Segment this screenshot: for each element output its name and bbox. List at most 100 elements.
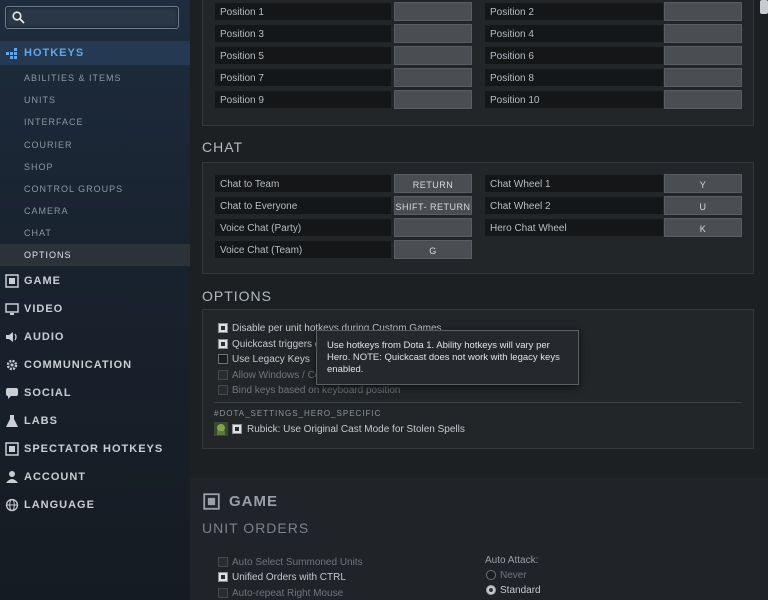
hotkey-label: Chat Wheel 2: [484, 196, 664, 215]
option-label: Use Legacy Keys: [232, 354, 310, 365]
hero-specific-label: #DOTA_SETTINGS_HERO_SPECIFIC: [214, 409, 381, 418]
hotkey-label: Position 9: [214, 90, 392, 109]
sidebar-item-camera[interactable]: CAMERA: [0, 200, 190, 222]
sidebar-category-video[interactable]: VIDEO: [0, 297, 190, 321]
auto-attack-never-radio[interactable]: [486, 570, 496, 580]
auto-select-summoned-checkbox[interactable]: [218, 557, 228, 567]
monitor-icon: [5, 302, 19, 316]
option-label: Rubick: Use Original Cast Mode for Stole…: [247, 424, 465, 435]
search-box[interactable]: [5, 6, 179, 29]
hotkey-key[interactable]: [394, 68, 472, 87]
sidebar-item-options[interactable]: OPTIONS: [0, 244, 190, 266]
hotkey-key[interactable]: [394, 218, 472, 237]
chat-bubble-icon: [5, 386, 19, 400]
option-label: Auto-repeat Right Mouse: [232, 588, 343, 599]
sidebar-item-abilities-items[interactable]: ABILITIES & ITEMS: [0, 67, 190, 89]
rubick-original-cast-checkbox[interactable]: [232, 424, 242, 434]
game-icon: [5, 274, 19, 288]
hotkey-label: Position 7: [214, 68, 392, 87]
option-label: Bind keys based on keyboard position: [232, 385, 400, 396]
option-label: Unified Orders with CTRL: [232, 572, 346, 583]
auto-attack-standard-radio[interactable]: [486, 585, 496, 595]
hotkey-label: Position 1: [214, 2, 392, 21]
sidebar-category-label: LANGUAGE: [24, 499, 95, 511]
sidebar-category-game[interactable]: GAME: [0, 269, 190, 293]
hotkey-label: Hero Chat Wheel: [484, 218, 664, 237]
hotkey-key[interactable]: G: [394, 240, 472, 259]
rubick-hero-icon: [214, 422, 228, 436]
hotkey-label: Position 2: [484, 2, 664, 21]
sidebar-item-chat[interactable]: CHAT: [0, 222, 190, 244]
hotkey-key[interactable]: [664, 24, 742, 43]
hotkey-key[interactable]: [394, 2, 472, 21]
sidebar-category-hotkeys[interactable]: HOTKEYS: [0, 41, 190, 65]
sidebar-item-label: UNITS: [24, 95, 56, 105]
auto-attack-label: Auto Attack:: [485, 555, 538, 566]
unified-orders-ctrl-checkbox[interactable]: [218, 572, 228, 582]
unit-orders-title: UNIT ORDERS: [202, 520, 309, 536]
hotkey-key[interactable]: SHIFT- RETURN: [394, 196, 472, 215]
hotkey-key[interactable]: RETURN: [394, 174, 472, 193]
game-icon: [203, 493, 220, 510]
hotkey-key[interactable]: Y: [664, 174, 742, 193]
option-label: Auto Select Summoned Units: [232, 557, 363, 568]
sidebar-category-label: HOTKEYS: [24, 47, 84, 59]
sidebar-item-label: CAMERA: [24, 206, 69, 216]
hotkey-key[interactable]: [394, 90, 472, 109]
sidebar-item-control-groups[interactable]: CONTROL GROUPS: [0, 178, 190, 200]
hotkey-key[interactable]: [664, 46, 742, 65]
hotkey-label: Position 8: [484, 68, 664, 87]
bind-keys-keyboard-position-checkbox[interactable]: [218, 385, 228, 395]
sidebar-category-communication[interactable]: COMMUNICATION: [0, 353, 190, 377]
settings-main: Position 1 Position 3 Position 5 Positio…: [190, 0, 768, 600]
auto-repeat-right-mouse-checkbox[interactable]: [218, 588, 228, 598]
hotkey-key[interactable]: [394, 46, 472, 65]
sidebar-category-spectator-hotkeys[interactable]: SPECTATOR HOTKEYS: [0, 437, 190, 461]
hotkey-label: Position 5: [214, 46, 392, 65]
allow-windows-key-checkbox[interactable]: [218, 370, 228, 380]
sidebar-category-audio[interactable]: AUDIO: [0, 325, 190, 349]
hotkey-key[interactable]: [664, 68, 742, 87]
sidebar-category-social[interactable]: SOCIAL: [0, 381, 190, 405]
quickcast-key-up-checkbox[interactable]: [218, 339, 228, 349]
sidebar-category-language[interactable]: LANGUAGE: [0, 493, 190, 517]
sidebar-category-label: AUDIO: [24, 331, 64, 343]
sidebar-category-label: LABS: [24, 415, 58, 427]
grid-icon: [5, 46, 19, 60]
disable-per-unit-hotkeys-checkbox[interactable]: [218, 323, 228, 333]
sidebar-category-labs[interactable]: LABS: [0, 409, 190, 433]
globe-icon: [5, 498, 19, 512]
spectator-icon: [5, 442, 19, 456]
radio-label: Never: [500, 570, 527, 581]
sidebar-item-label: OPTIONS: [24, 250, 72, 260]
hotkey-key[interactable]: U: [664, 196, 742, 215]
options-divider: [214, 402, 742, 403]
hotkey-label: Position 6: [484, 46, 664, 65]
hotkey-label: Position 10: [484, 90, 664, 109]
radio-label: Standard: [500, 585, 541, 596]
search-input[interactable]: [28, 9, 173, 26]
sidebar-item-shop[interactable]: SHOP: [0, 156, 190, 178]
sidebar-category-label: SOCIAL: [24, 387, 72, 399]
sidebar-item-label: CHAT: [24, 228, 52, 238]
sidebar-category-label: SPECTATOR HOTKEYS: [24, 443, 163, 455]
hotkey-label: Chat to Everyone: [214, 196, 392, 215]
sidebar-item-interface[interactable]: INTERFACE: [0, 111, 190, 133]
hotkey-key[interactable]: [664, 90, 742, 109]
hotkey-key[interactable]: K: [664, 218, 742, 237]
legacy-keys-tooltip: Use hotkeys from Dota 1. Ability hotkeys…: [316, 330, 579, 385]
sidebar-category-label: COMMUNICATION: [24, 359, 132, 371]
scrollbar-thumb[interactable]: [760, 0, 768, 14]
hotkey-key[interactable]: [394, 24, 472, 43]
options-section-title: OPTIONS: [202, 288, 272, 304]
use-legacy-keys-checkbox[interactable]: [218, 354, 228, 364]
sidebar-category-account[interactable]: ACCOUNT: [0, 465, 190, 489]
game-section-title: GAME: [229, 493, 278, 510]
sidebar-item-courier[interactable]: COURIER: [0, 134, 190, 156]
sidebar-item-label: INTERFACE: [24, 117, 84, 127]
gear-icon: [5, 358, 19, 372]
sidebar-item-units[interactable]: UNITS: [0, 89, 190, 111]
hotkey-label: Position 4: [484, 24, 664, 43]
hotkey-label: Voice Chat (Party): [214, 218, 392, 237]
hotkey-key[interactable]: [664, 2, 742, 21]
